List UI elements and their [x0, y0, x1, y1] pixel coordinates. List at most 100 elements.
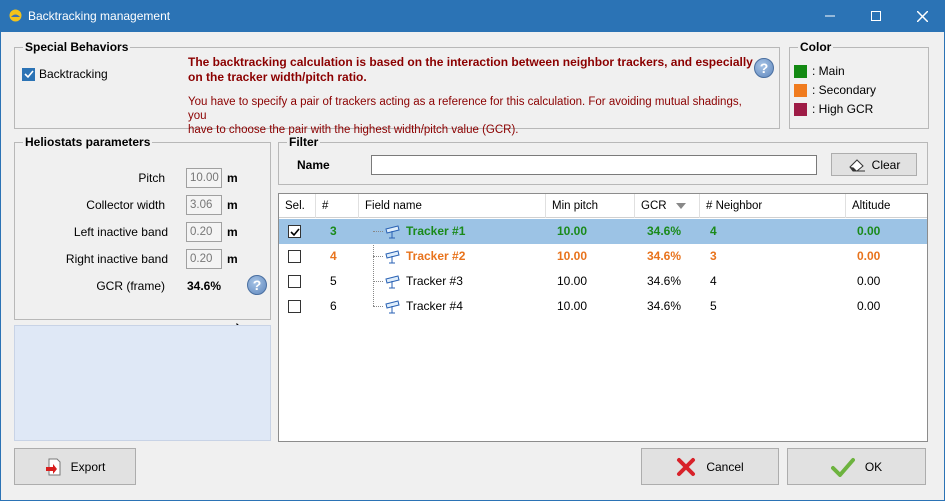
- row-gcr: 34.6%: [647, 299, 682, 313]
- header-altitude[interactable]: Altitude: [846, 194, 929, 218]
- cancel-button-label: Cancel: [706, 459, 744, 474]
- table-row[interactable]: 5 Tracker #3 10.00 34.6% 4 0.00: [279, 269, 927, 294]
- right-inactive-band-unit: m: [227, 252, 238, 266]
- row-neighbor: 3: [710, 249, 717, 263]
- header-min-pitch[interactable]: Min pitch: [546, 194, 635, 218]
- backtracking-checkbox[interactable]: [22, 67, 35, 81]
- header-gcr-label: GCR: [641, 200, 667, 212]
- filter-group: Filter Name Clear: [278, 135, 928, 185]
- check-icon: [289, 227, 300, 236]
- table-row[interactable]: 6 Tracker #4 10.00 34.6% 5 0.00: [279, 294, 927, 319]
- app-icon: [9, 9, 22, 22]
- eraser-icon: [848, 158, 865, 171]
- row-min-pitch: 10.00: [557, 274, 588, 288]
- table-header: Sel. # Field name Min pitch GCR # Neighb…: [279, 194, 927, 218]
- minimize-button[interactable]: [807, 0, 853, 32]
- trackers-table: Sel. # Field name Min pitch GCR # Neighb…: [278, 193, 928, 442]
- checkmark-icon: [830, 457, 855, 477]
- filter-name-input[interactable]: [371, 155, 817, 175]
- clear-button-label: Clear: [871, 157, 901, 172]
- table-row[interactable]: 4 Tracker #2 10.00 34.6% 3 0.00: [279, 244, 927, 269]
- row-altitude: 0.00: [857, 274, 881, 288]
- heliostats-parameters-group: Heliostats parameters Pitch 10.00 m Coll…: [14, 135, 271, 320]
- minimize-icon: [825, 15, 835, 17]
- description-info-line2: have to choose the pair with the highest…: [188, 124, 519, 136]
- row-min-pitch: 10.00: [557, 249, 588, 263]
- row-number: 6: [330, 299, 337, 313]
- row-neighbor: 4: [710, 224, 717, 238]
- tree-branch: [373, 306, 383, 307]
- info-panel: [14, 325, 271, 441]
- header-gcr[interactable]: GCR: [635, 194, 700, 218]
- row-field-name: Tracker #3: [406, 274, 463, 288]
- row-field-name: Tracker #1: [406, 224, 466, 238]
- high-gcr-color-label: : High GCR: [812, 102, 874, 116]
- ok-button-label: OK: [864, 459, 883, 474]
- help-icon[interactable]: ?: [754, 58, 774, 78]
- pitch-field[interactable]: 10.00: [186, 168, 222, 188]
- tracker-icon: [385, 225, 400, 239]
- gcr-frame-value: 34.6%: [187, 279, 222, 293]
- header-sel[interactable]: Sel.: [279, 194, 316, 218]
- left-inactive-band-unit: m: [227, 225, 238, 239]
- filter-name-label: Name: [297, 158, 330, 172]
- gcr-help-icon[interactable]: ?: [247, 275, 267, 295]
- title-bar: Backtracking management: [0, 0, 945, 32]
- close-button[interactable]: [899, 0, 945, 32]
- left-inactive-band-field[interactable]: 0.20: [186, 222, 222, 242]
- row-altitude: 0.00: [857, 249, 881, 263]
- special-behaviors-group: Special Behaviors Backtracking The backt…: [14, 40, 780, 136]
- tree-branch: [373, 231, 383, 232]
- description-info-line1: You have to specify a pair of trackers a…: [188, 96, 742, 122]
- row-neighbor: 4: [710, 274, 717, 288]
- header-neighbor[interactable]: # Neighbor: [700, 194, 846, 218]
- export-button-label: Export: [70, 459, 106, 474]
- pitch-unit: m: [227, 171, 238, 185]
- table-row[interactable]: 3 Tracker #1 10.00 34.6% 4 0.00: [279, 219, 927, 244]
- special-behaviors-legend: Special Behaviors: [23, 40, 131, 54]
- row-gcr: 34.6%: [647, 249, 682, 263]
- cancel-button[interactable]: Cancel: [641, 448, 779, 485]
- collector-width-label: Collector width: [86, 198, 165, 212]
- maximize-button[interactable]: [853, 0, 899, 32]
- right-inactive-band-field[interactable]: 0.20: [186, 249, 222, 269]
- description-bold-line2: on the tracker width/pitch ratio.: [188, 70, 367, 84]
- tree-branch: [373, 256, 383, 257]
- sort-down-icon: [675, 203, 686, 209]
- backtracking-checkbox-row[interactable]: Backtracking: [22, 67, 108, 81]
- row-min-pitch: 10.00: [557, 299, 588, 313]
- ok-button[interactable]: OK: [787, 448, 926, 485]
- left-inactive-band-label: Left inactive band: [73, 225, 168, 239]
- window-title: Backtracking management: [28, 9, 171, 23]
- check-icon: [23, 70, 34, 79]
- header-field-name[interactable]: Field name: [359, 194, 546, 218]
- close-icon: [916, 10, 928, 22]
- export-button[interactable]: Export: [14, 448, 136, 485]
- pitch-label: Pitch: [138, 171, 165, 185]
- description-bold-line1: The backtracking calculation is based on…: [188, 55, 753, 69]
- row-gcr: 34.6%: [647, 224, 682, 238]
- color-group: Color : Main : Secondary : High GCR: [789, 40, 929, 129]
- maximize-icon: [871, 11, 881, 21]
- row-neighbor: 5: [710, 299, 717, 313]
- main-color-label: : Main: [812, 64, 845, 78]
- row-gcr: 34.6%: [647, 274, 682, 288]
- color-legend: Color: [798, 40, 834, 54]
- secondary-color-swatch: [794, 84, 807, 97]
- row-number: 5: [330, 274, 337, 288]
- clear-button[interactable]: Clear: [831, 153, 917, 176]
- row-altitude: 0.00: [857, 299, 881, 313]
- row-min-pitch: 10.00: [557, 224, 588, 238]
- right-inactive-band-label: Right inactive band: [65, 252, 168, 266]
- tracker-icon: [385, 250, 400, 264]
- header-number[interactable]: #: [316, 194, 359, 218]
- row-field-name: Tracker #2: [406, 249, 466, 263]
- collector-width-field[interactable]: 3.06: [186, 195, 222, 215]
- gcr-frame-label: GCR (frame): [96, 279, 165, 293]
- main-color-swatch: [794, 65, 807, 78]
- row-number: 3: [330, 224, 337, 238]
- row-field-name: Tracker #4: [406, 299, 463, 313]
- row-number: 4: [330, 249, 337, 263]
- backtracking-description: The backtracking calculation is based on…: [188, 55, 758, 137]
- filter-legend: Filter: [287, 135, 321, 149]
